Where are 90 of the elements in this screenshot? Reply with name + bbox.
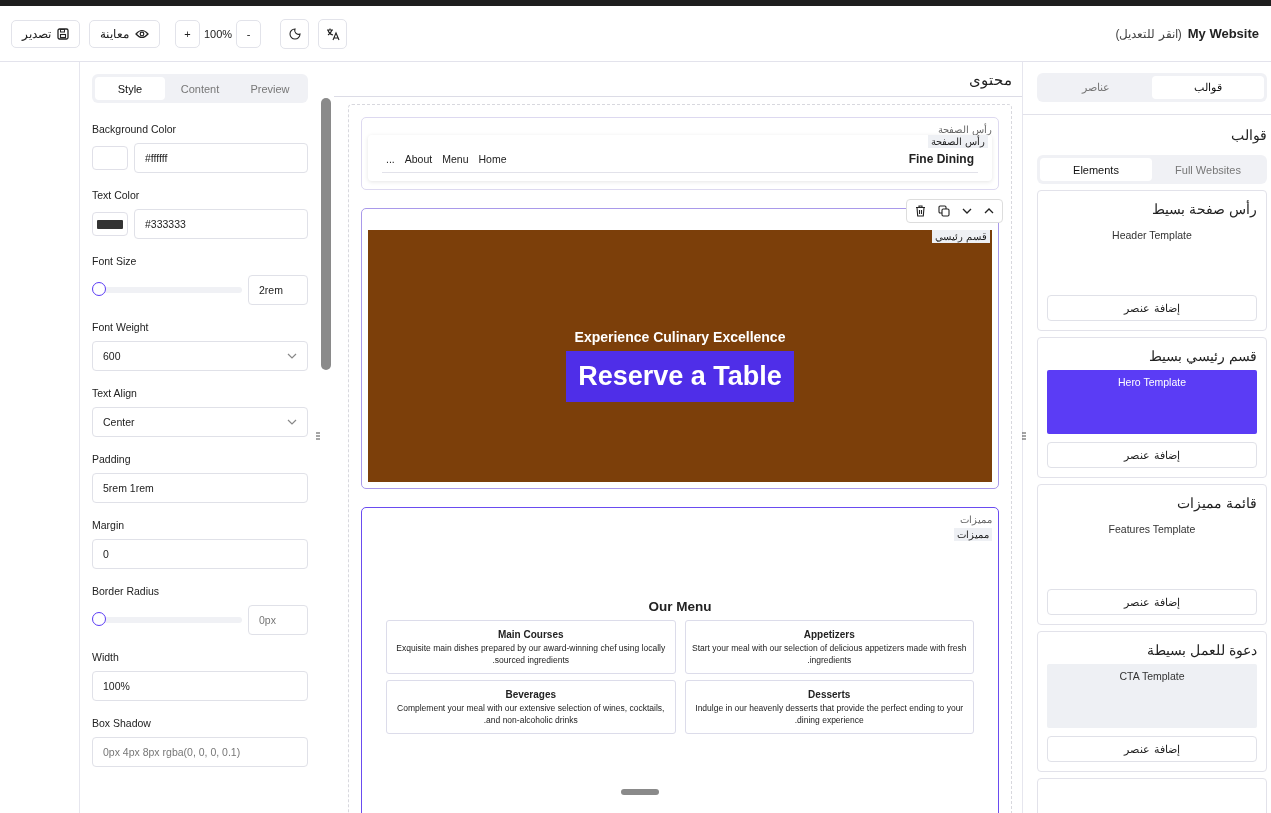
field-label: Font Weight — [92, 321, 150, 333]
field-label: Box Shadow — [92, 717, 152, 729]
nav-link[interactable]: About — [404, 153, 433, 165]
section-badge: مميزات — [954, 528, 992, 541]
add-element-button[interactable]: إضافة عنصر — [1047, 736, 1257, 762]
nav-link[interactable]: ... — [386, 153, 395, 165]
add-element-button[interactable]: إضافة عنصر — [1047, 442, 1257, 468]
features-title: Our Menu — [647, 599, 713, 614]
dark-mode-button[interactable] — [280, 18, 310, 49]
card-text: Complement your meal with our extensive selection of wines, cocktails, and non-alcoholic drinks. — [396, 703, 666, 727]
field-label: Margin — [92, 519, 126, 531]
zoom-level: 100% — [204, 27, 233, 40]
select-field[interactable]: Center — [92, 407, 308, 437]
field-label: Font Size — [92, 255, 138, 267]
chevron-up-icon[interactable] — [984, 208, 994, 214]
library-heading: قوالب — [1230, 127, 1267, 143]
nav-link[interactable]: Menu — [442, 153, 469, 165]
value-input[interactable]: 0px — [248, 605, 308, 635]
add-element-button[interactable]: إضافة عنصر — [1047, 589, 1257, 615]
site-title[interactable]: My Website — [1187, 26, 1259, 41]
card-text: Start your meal with our selection of delicious appetizers made with fresh ingredients. — [691, 643, 967, 667]
export-button[interactable]: تصدير — [11, 19, 80, 48]
color-swatch[interactable] — [92, 212, 128, 236]
reserve-button[interactable]: Reserve a Table — [566, 350, 794, 402]
hero-title: Experience Culinary Excellence — [574, 328, 786, 345]
preview-label: Hero Template — [1117, 376, 1187, 388]
chevron-down-icon[interactable] — [962, 208, 972, 214]
template-title: قائمة مميزات — [1176, 495, 1257, 511]
card-text: Exquisite main dishes prepared by our award-winning chef using locally sourced ingredients. — [395, 643, 667, 667]
zoom-in-button[interactable]: + — [175, 19, 200, 48]
save-icon — [57, 27, 69, 40]
library-tab[interactable]: قوالب — [1152, 76, 1264, 99]
resize-handle-icon[interactable] — [316, 432, 320, 440]
template-title: قسم رئيسي بسيط — [1148, 348, 1257, 364]
card-title: Main Courses — [496, 629, 565, 640]
field-label: Background Color — [92, 123, 178, 135]
text-input[interactable]: 100% — [92, 671, 308, 701]
slider-thumb[interactable] — [92, 282, 106, 296]
resize-handle-icon[interactable] — [1022, 432, 1026, 440]
translate-icon — [325, 26, 340, 41]
chevron-down-icon — [287, 353, 297, 359]
card-text: Indulge in our heavenly desserts that provide the perfect ending to your dining experience. — [694, 703, 965, 727]
field-label: Text Color — [92, 189, 141, 201]
nav-link[interactable]: Home — [478, 153, 507, 165]
scrollbar-thumb[interactable] — [621, 789, 659, 795]
canvas-title: محتوى — [969, 71, 1012, 89]
card-title: Appetizers — [802, 629, 856, 640]
field-label: Text Align — [92, 387, 138, 399]
color-input[interactable]: #333333 — [134, 209, 308, 239]
section-badge: قسم رئيسي — [932, 230, 990, 243]
library-tab[interactable]: عناصر — [1040, 76, 1152, 99]
add-element-button[interactable]: إضافة عنصر — [1047, 295, 1257, 321]
panel-tab[interactable]: Content — [165, 77, 235, 100]
page-section[interactable] — [361, 507, 999, 813]
copy-icon[interactable] — [938, 205, 950, 217]
site-logo: Fine Dining — [908, 152, 974, 166]
preview-button[interactable]: معاينة — [89, 19, 160, 48]
translate-button[interactable] — [318, 18, 348, 49]
eye-icon — [135, 28, 149, 39]
section-label: مميزات — [960, 514, 992, 525]
select-field[interactable]: 600 — [92, 341, 308, 371]
preview-label: Features Template — [1108, 523, 1196, 535]
panel-tab[interactable]: Style — [95, 77, 165, 100]
section-badge: رأس الصفحة — [928, 135, 988, 148]
text-input[interactable]: 0px 4px 8px rgba(0, 0, 0, 0.1) — [92, 737, 308, 767]
filter-tab[interactable]: Elements — [1040, 158, 1152, 181]
color-input[interactable]: #ffffff — [134, 143, 308, 173]
edit-hint: (انقر للتعديل) — [1115, 26, 1182, 41]
template-title: رأس صفحة بسيط — [1151, 201, 1257, 217]
card-title: Desserts — [807, 689, 852, 700]
text-input[interactable]: 5rem 1rem — [92, 473, 308, 503]
field-label: Width — [92, 651, 120, 663]
panel-tab[interactable]: Preview — [235, 77, 305, 100]
section-label: رأس الصفحة — [938, 124, 992, 135]
template-title: دعوة للعمل بسيطة — [1146, 642, 1257, 658]
chevron-down-icon — [287, 419, 297, 425]
text-input[interactable]: 0 — [92, 539, 308, 569]
value-input[interactable]: 2rem — [248, 275, 308, 305]
filter-tab[interactable]: Full Websites — [1152, 158, 1264, 181]
slider-thumb[interactable] — [92, 612, 106, 626]
preview-label: Header Template — [1112, 229, 1192, 241]
color-swatch[interactable] — [92, 146, 128, 170]
field-label: Border Radius — [92, 585, 161, 597]
zoom-out-button[interactable]: - — [236, 19, 262, 48]
preview-label: CTA Template — [1119, 670, 1185, 682]
field-label: Padding — [92, 453, 132, 465]
delete-icon[interactable] — [915, 205, 926, 217]
moon-icon — [288, 27, 301, 40]
card-title: Beverages — [504, 689, 558, 700]
scrollbar-thumb[interactable] — [321, 98, 331, 370]
